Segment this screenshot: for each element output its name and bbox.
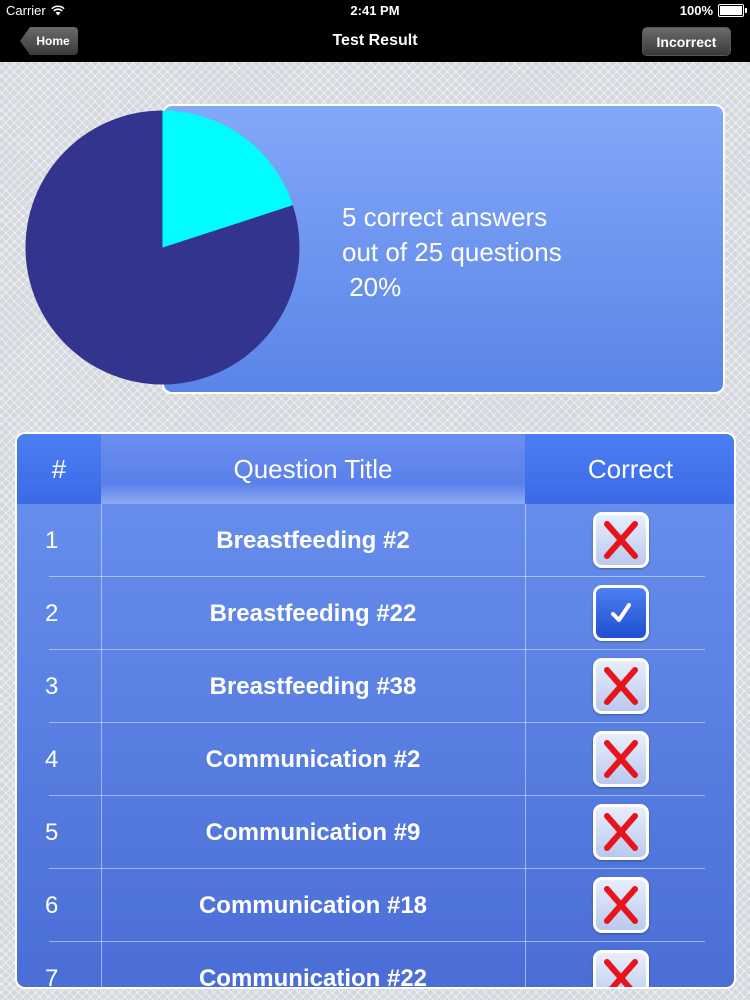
question-title: Communication #18 bbox=[198, 891, 428, 919]
question-title: Communication #2 bbox=[205, 745, 421, 773]
red-x-icon bbox=[593, 658, 649, 714]
table-row[interactable]: 6 Communication #18 bbox=[17, 869, 734, 942]
summary-correct-count: 5 correct answers bbox=[342, 202, 548, 232]
navigation-bar: Home Test Result Incorrect bbox=[0, 22, 750, 62]
red-x-icon bbox=[593, 950, 649, 987]
red-x-icon bbox=[593, 877, 649, 933]
battery-indicator: 100% bbox=[679, 3, 747, 18]
question-number: 5 bbox=[45, 818, 59, 846]
summary-question-count: out of 25 questions bbox=[342, 237, 562, 267]
table-row[interactable]: 3 Breastfeeding #38 bbox=[17, 650, 734, 723]
question-title: Communication #22 bbox=[198, 964, 428, 989]
red-x-icon bbox=[593, 731, 649, 787]
question-number: 3 bbox=[45, 672, 59, 700]
column-header-question-title: Question Title bbox=[101, 434, 525, 504]
question-number: 1 bbox=[45, 526, 59, 554]
table-row[interactable]: 5 Communication #9 bbox=[17, 796, 734, 869]
battery-percent: 100% bbox=[679, 3, 713, 18]
question-number: 7 bbox=[45, 964, 59, 989]
result-pie-chart bbox=[25, 110, 300, 385]
question-number: 2 bbox=[45, 599, 59, 627]
question-title: Breastfeeding #22 bbox=[209, 599, 417, 627]
red-x-icon bbox=[593, 804, 649, 860]
question-title: Breastfeeding #38 bbox=[209, 672, 417, 700]
status-bar: Carrier 2:41 PM 100% bbox=[0, 0, 750, 22]
column-header-number: # bbox=[51, 453, 67, 484]
table-row[interactable]: 1 Breastfeeding #2 bbox=[17, 504, 734, 577]
table-row[interactable]: 7 Communication #22 bbox=[17, 942, 734, 989]
table-row[interactable]: 2 Breastfeeding #22 bbox=[17, 577, 734, 650]
column-header-correct: Correct bbox=[587, 453, 674, 484]
question-number: 6 bbox=[45, 891, 59, 919]
status-time: 2:41 PM bbox=[350, 3, 400, 18]
battery-icon bbox=[718, 4, 747, 17]
summary-percentage: 20% bbox=[342, 272, 402, 302]
result-summary-text: 5 correct answers out of 25 questions 20… bbox=[342, 200, 562, 305]
question-title: Communication #9 bbox=[205, 818, 421, 846]
table-row[interactable]: 4 Communication #2 bbox=[17, 723, 734, 796]
red-x-icon bbox=[593, 512, 649, 568]
table-header: # Question Title Correct bbox=[17, 434, 734, 504]
question-title: Breastfeeding #2 bbox=[216, 526, 410, 554]
incorrect-filter-button[interactable]: Incorrect bbox=[642, 27, 731, 56]
checkmark-icon bbox=[593, 585, 649, 641]
question-number: 4 bbox=[45, 745, 59, 773]
question-results-table: # Question Title Correct 1 Breastfeeding… bbox=[15, 432, 736, 989]
page-title: Test Result bbox=[332, 32, 418, 49]
